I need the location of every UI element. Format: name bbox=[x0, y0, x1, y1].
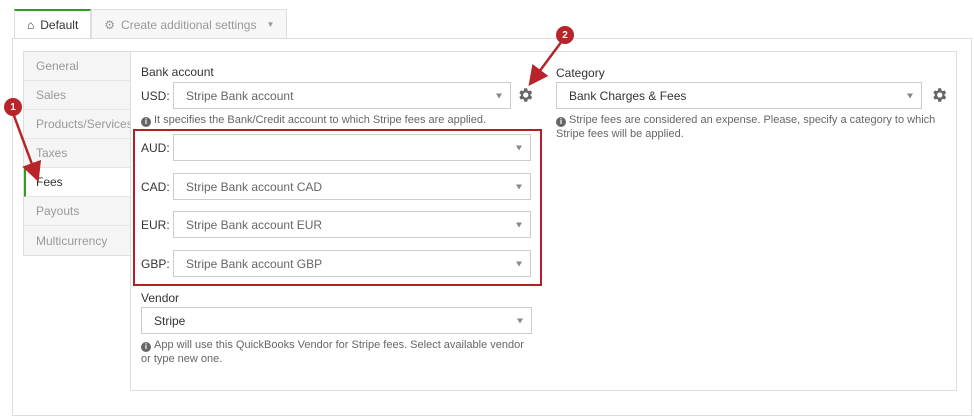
annotation-arrow-2 bbox=[528, 40, 564, 87]
annotation-arrow-1 bbox=[11, 112, 42, 183]
annotation-badge-2: 2 bbox=[556, 26, 574, 44]
annotation-badge-1: 1 bbox=[4, 98, 22, 116]
annotation-arrows bbox=[11, 40, 564, 183]
